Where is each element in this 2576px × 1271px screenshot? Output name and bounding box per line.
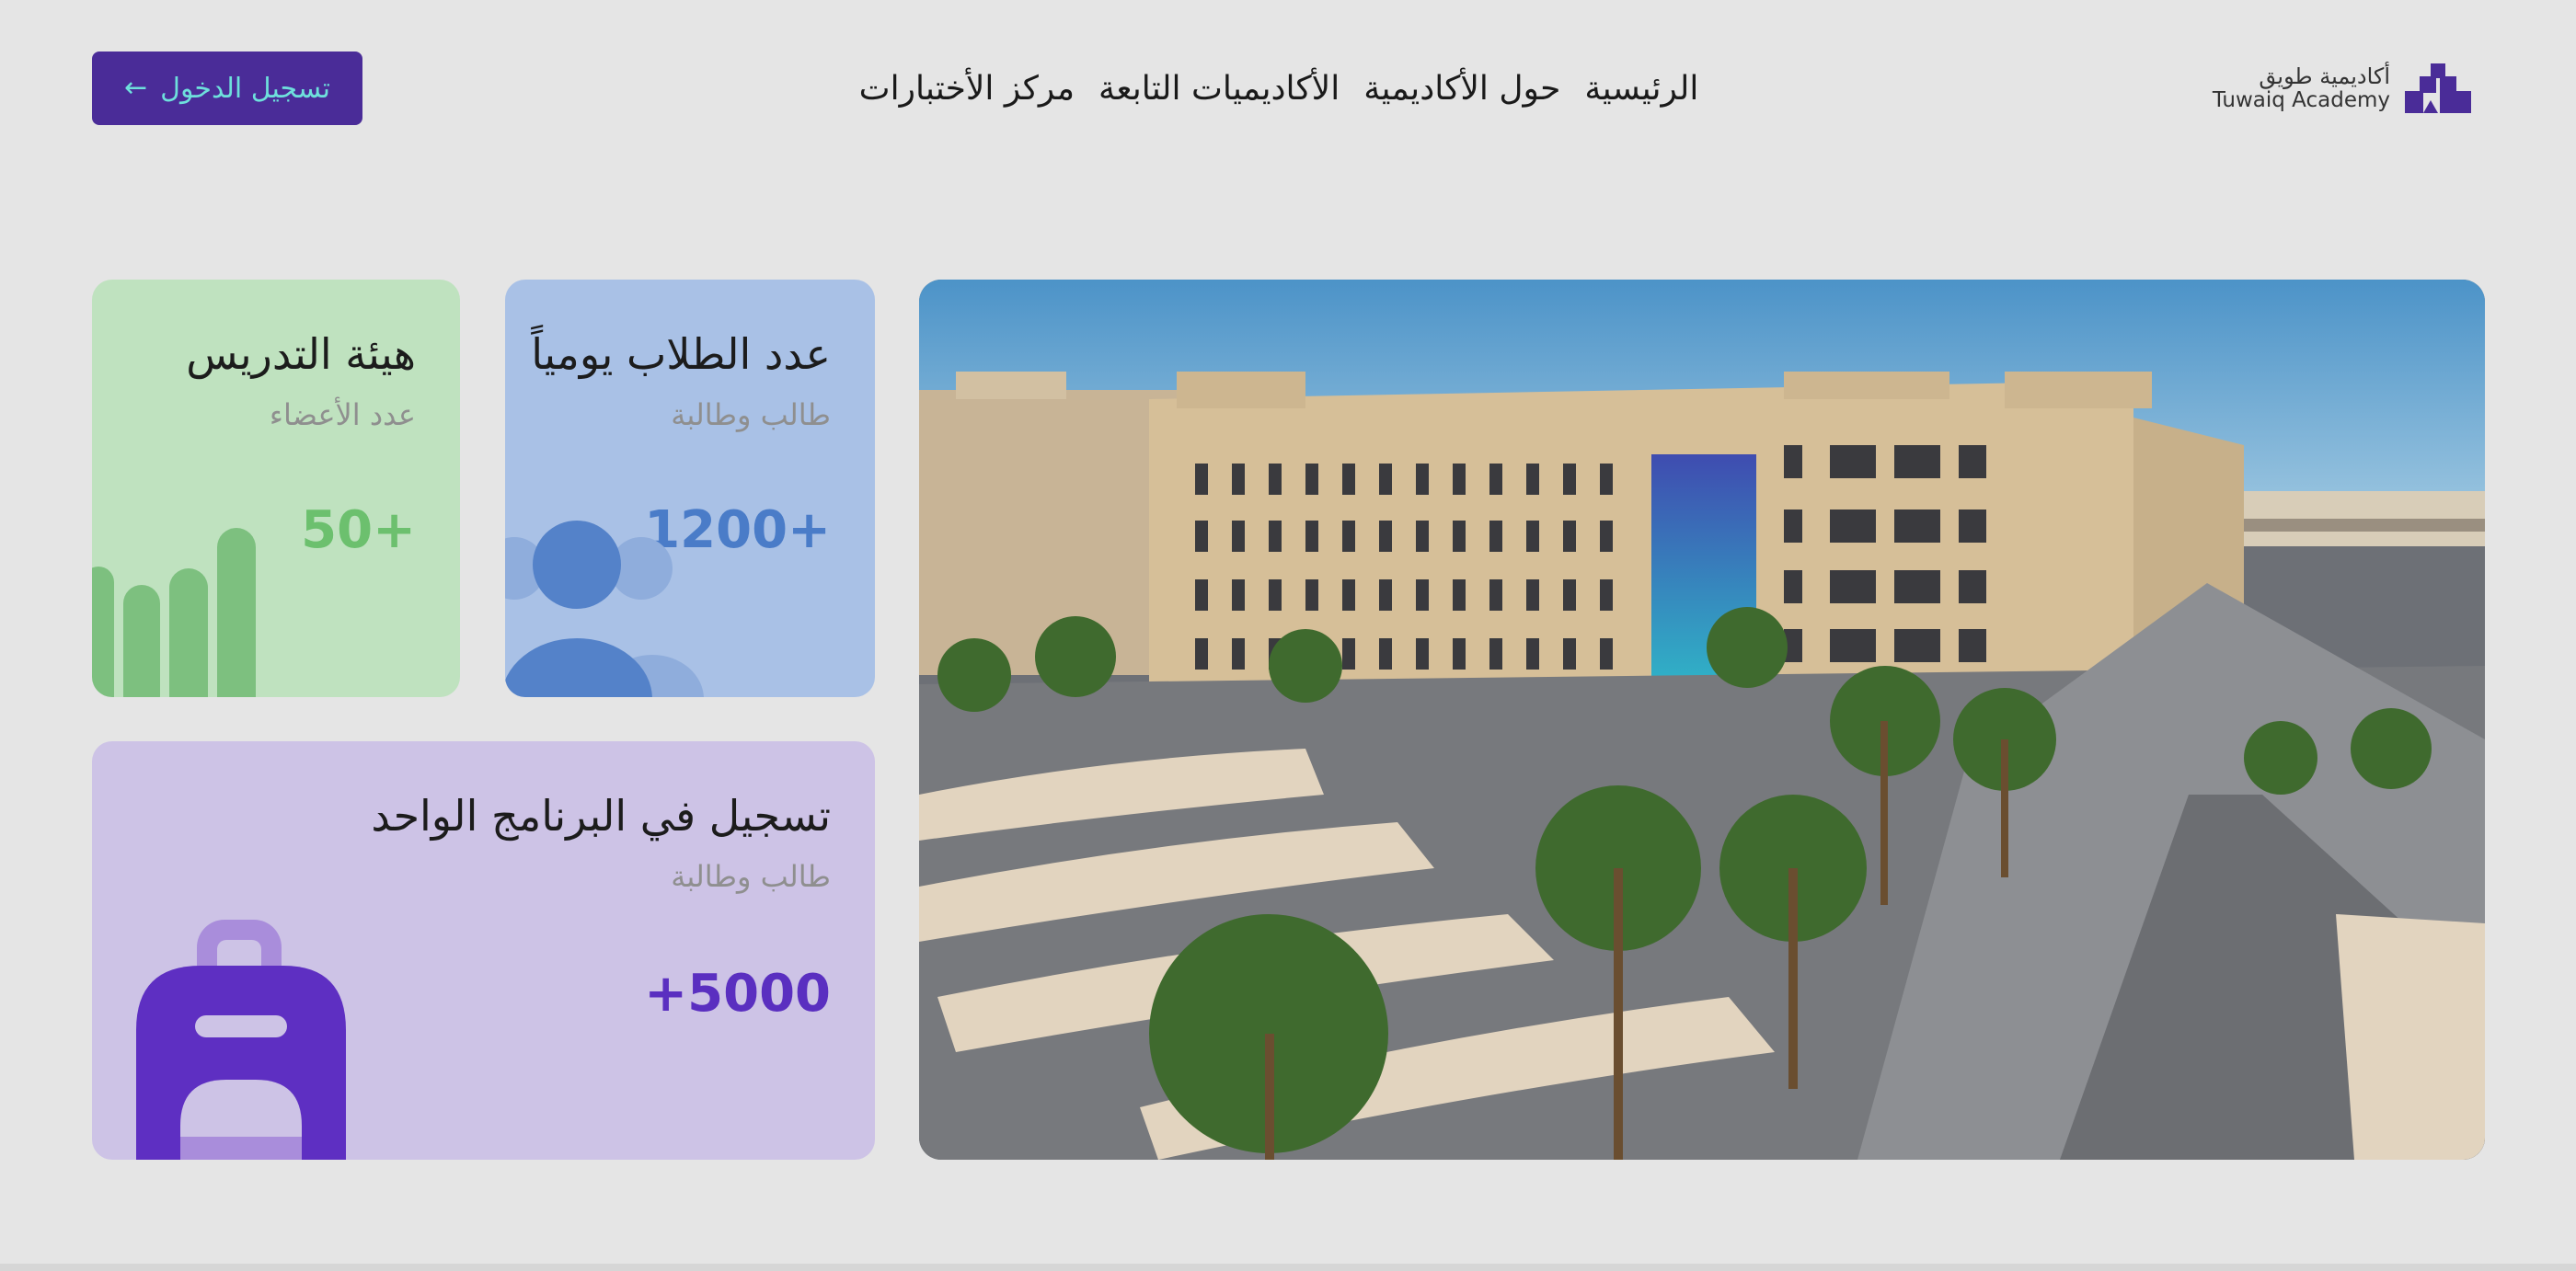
backpack-icon: [136, 920, 346, 1160]
nav-item-about[interactable]: حول الأكاديمية: [1363, 70, 1560, 108]
faculty-title: هيئة التدريس: [186, 329, 416, 379]
nav-item-home[interactable]: الرئيسية: [1584, 70, 1698, 108]
logo-text: أكاديمية طويق Tuwaiq Academy: [2212, 63, 2390, 112]
enrollment-title: تسجيل في البرنامج الواحد: [371, 791, 831, 841]
students-card: عدد الطلاب يومياً طالب وطالبة 1200+: [505, 280, 875, 697]
nav-item-academies[interactable]: الأكاديميات التابعة: [1098, 70, 1340, 108]
login-label: تسجيل الدخول: [160, 72, 330, 105]
logo-arabic: أكاديمية طويق: [2259, 63, 2390, 90]
campus-illustration: [919, 280, 2485, 1160]
arrow-left-icon: ←: [124, 72, 148, 104]
campus-photo: [919, 280, 2485, 1160]
tuwaiq-logo-icon: [2405, 63, 2471, 113]
enrollment-card: تسجيل في البرنامج الواحد طالب وطالبة +50…: [92, 741, 875, 1160]
enrollment-count: +5000: [644, 964, 831, 1024]
login-button[interactable]: تسجيل الدخول ←: [92, 52, 362, 125]
students-subtitle: طالب وطالبة: [671, 397, 831, 432]
enrollment-subtitle: طالب وطالبة: [671, 859, 831, 894]
faculty-subtitle: عدد الأعضاء: [269, 397, 416, 432]
faculty-count: 50+: [301, 500, 416, 560]
bottom-edge: [0, 1264, 2576, 1271]
bar-chart-icon: [92, 528, 256, 697]
logo[interactable]: أكاديمية طويق Tuwaiq Academy: [2213, 63, 2473, 114]
faculty-card: هيئة التدريس عدد الأعضاء 50+: [92, 280, 460, 697]
main-nav: الرئيسية حول الأكاديمية الأكاديميات التا…: [859, 63, 1699, 114]
logo-english: Tuwaiq Academy: [2212, 87, 2390, 112]
nav-item-testing-center[interactable]: مركز الأختبارات: [859, 70, 1075, 108]
people-icon: [505, 521, 704, 697]
students-title: عدد الطلاب يومياً: [531, 329, 831, 379]
